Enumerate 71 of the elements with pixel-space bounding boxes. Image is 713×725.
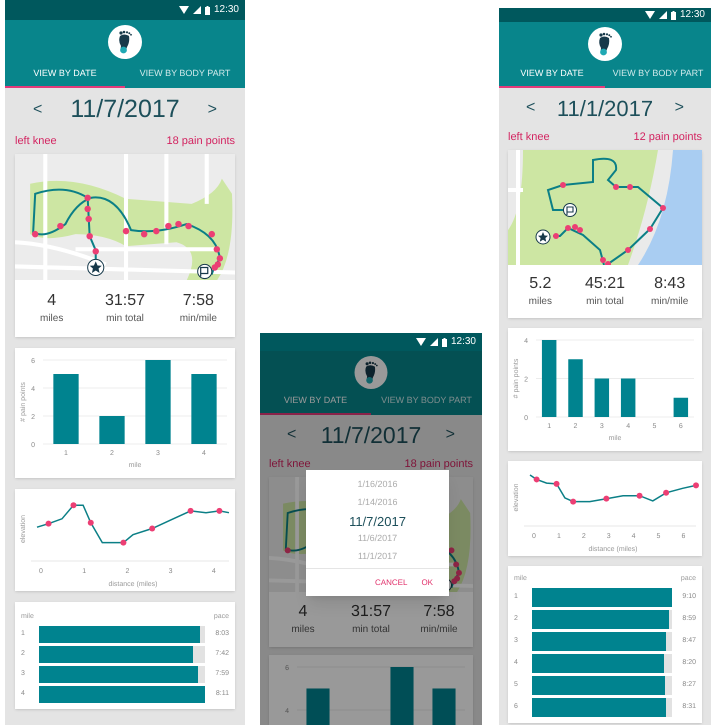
signal-icon xyxy=(192,6,201,14)
chart-bar xyxy=(674,398,688,417)
tab[interactable]: VIEW BY DATE xyxy=(5,62,125,88)
pain-count-label: 12 pain points xyxy=(634,130,702,145)
stat-label: min total xyxy=(352,623,390,637)
battery-icon xyxy=(442,338,447,346)
tab[interactable]: VIEW BY DATE xyxy=(260,389,371,415)
chart-bar xyxy=(432,688,456,725)
tab[interactable]: VIEW BY BODY PART xyxy=(605,62,711,88)
chart-bar xyxy=(594,378,610,417)
stat-value: 4 xyxy=(298,602,308,622)
previous-button[interactable]: < xyxy=(283,423,300,447)
stat-label: min total xyxy=(586,295,624,309)
stat-value: 4 xyxy=(47,291,56,311)
chart-bar xyxy=(191,374,217,444)
battery-icon xyxy=(670,10,676,20)
previous-button[interactable]: < xyxy=(522,96,540,120)
wifi-icon xyxy=(416,338,426,346)
dialog-button[interactable]: OK xyxy=(417,576,437,588)
date-option[interactable]: 11/7/2017 xyxy=(349,512,406,530)
chart-bar xyxy=(390,667,414,725)
tab[interactable]: VIEW BY DATE xyxy=(499,62,605,88)
chart-bar xyxy=(306,688,330,725)
stat-value: 31:57 xyxy=(350,602,392,622)
previous-button[interactable]: < xyxy=(29,98,46,122)
foot-logo-icon xyxy=(354,356,388,389)
date-option[interactable]: 1/16/2016 xyxy=(357,476,398,494)
stat-value: 7:58 xyxy=(182,291,214,311)
wifi-icon xyxy=(644,11,655,19)
stat-value: 31:57 xyxy=(104,291,146,311)
tab[interactable]: VIEW BY BODY PART xyxy=(125,62,245,88)
date-option[interactable]: 1/14/2016 xyxy=(357,494,398,512)
next-button[interactable]: > xyxy=(442,423,459,447)
dialog-button[interactable]: CANCEL xyxy=(370,576,412,588)
stat-value: 45:21 xyxy=(584,274,626,294)
date-option[interactable]: 11/6/2017 xyxy=(358,530,398,548)
chart-bar xyxy=(53,374,79,444)
battery-icon xyxy=(204,6,210,14)
stat-label: min total xyxy=(106,312,144,326)
stat-label: miles xyxy=(528,295,552,309)
stat-value: 5.2 xyxy=(529,274,552,294)
date-label[interactable]: 11/7/2017 xyxy=(70,91,180,129)
stat-label: min/mile xyxy=(420,623,458,637)
chart-bar xyxy=(568,359,583,417)
status-time: 12:30 xyxy=(214,5,239,15)
stat-label: min/mile xyxy=(651,295,688,309)
chart-bar xyxy=(99,416,125,444)
signal-icon xyxy=(658,11,667,19)
stat-label: miles xyxy=(291,623,315,637)
next-button[interactable]: > xyxy=(670,96,688,120)
date-label[interactable]: 11/1/2017 xyxy=(556,92,654,124)
pain-count-label: 18 pain points xyxy=(404,456,473,472)
body-part-label: left knee xyxy=(269,456,311,472)
foot-logo-icon xyxy=(588,27,622,61)
status-time: 12:30 xyxy=(680,10,705,20)
tab[interactable]: VIEW BY BODY PART xyxy=(371,389,482,415)
signal-icon xyxy=(430,338,438,346)
chart-bar xyxy=(620,378,636,417)
stat-value: 8:43 xyxy=(654,274,686,294)
stat-label: min/mile xyxy=(180,312,217,326)
pain-count-label: 18 pain points xyxy=(166,134,235,149)
body-part-label: left knee xyxy=(15,134,57,149)
date-option[interactable]: 11/1/2017 xyxy=(358,548,398,566)
status-time: 12:30 xyxy=(450,337,476,347)
date-label[interactable]: 11/7/2017 xyxy=(320,418,422,452)
stat-label: miles xyxy=(40,312,64,326)
wifi-icon xyxy=(178,6,189,14)
next-button[interactable]: > xyxy=(204,98,221,122)
body-part-label: left knee xyxy=(508,130,550,145)
foot-logo-icon xyxy=(108,25,142,59)
stat-value: 7:58 xyxy=(423,602,455,622)
